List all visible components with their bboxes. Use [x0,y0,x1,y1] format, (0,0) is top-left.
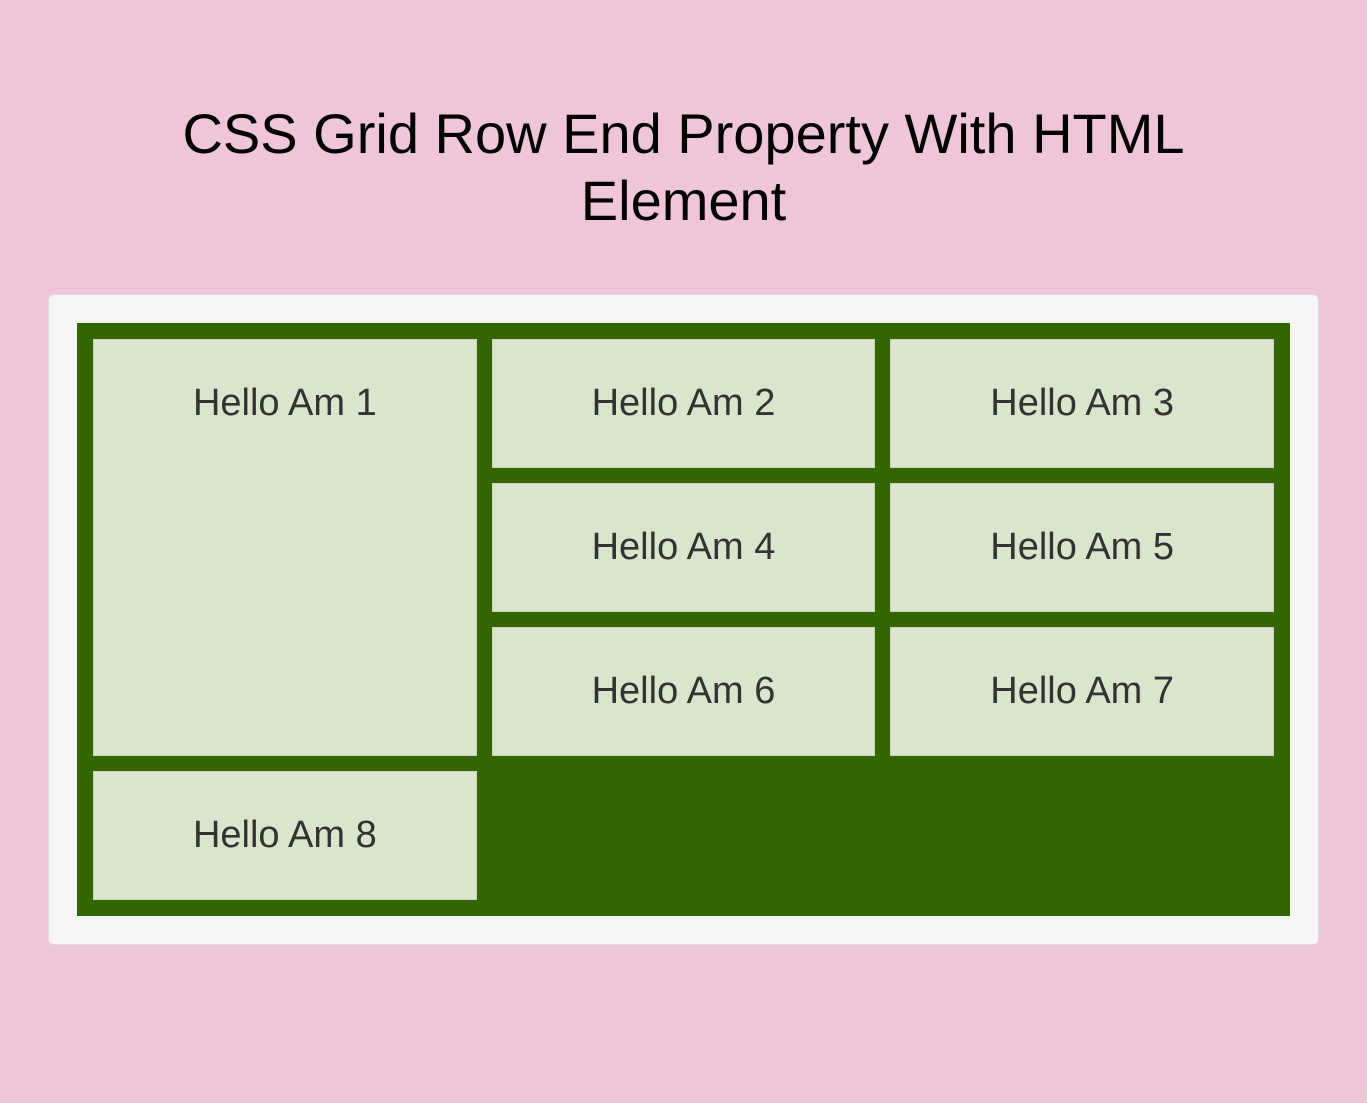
grid-item-7: Hello Am 7 [890,627,1274,756]
page-title: CSS Grid Row End Property With HTML Elem… [0,0,1367,294]
grid-item-1: Hello Am 1 [93,339,477,756]
grid-item-6: Hello Am 6 [492,627,876,756]
grid-item-2: Hello Am 2 [492,339,876,468]
grid-item-8: Hello Am 8 [93,771,477,900]
grid-item-3: Hello Am 3 [890,339,1274,468]
grid-container: Hello Am 1 Hello Am 2 Hello Am 3 Hello A… [77,323,1290,916]
grid-container-wrapper: Hello Am 1 Hello Am 2 Hello Am 3 Hello A… [48,294,1319,945]
grid-item-5: Hello Am 5 [890,483,1274,612]
grid-item-4: Hello Am 4 [492,483,876,612]
